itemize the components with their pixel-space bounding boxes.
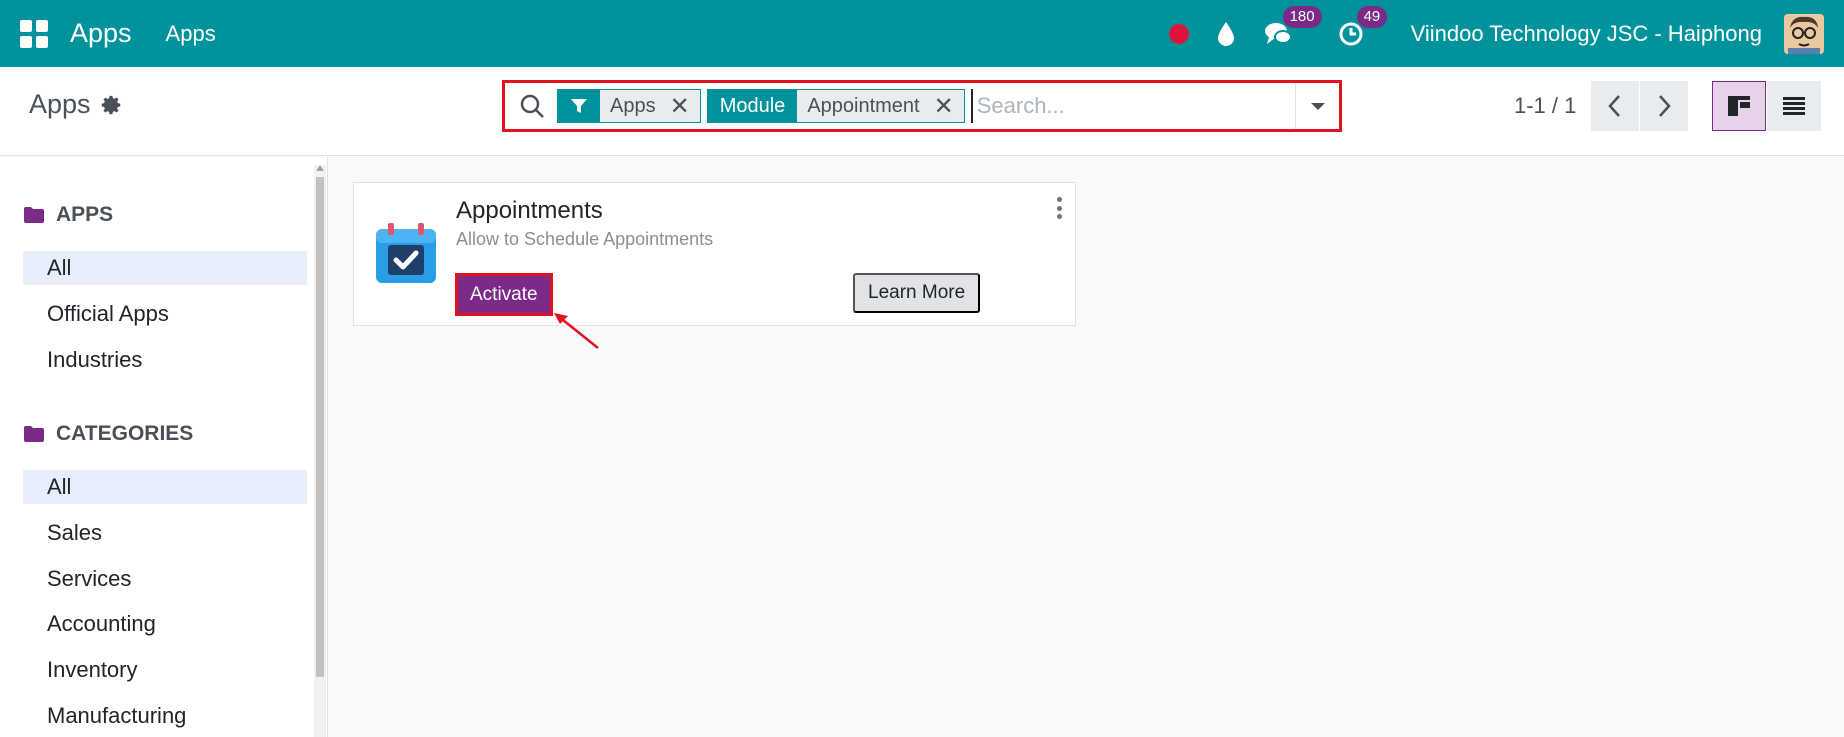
app-description: Allow to Schedule Appointments bbox=[456, 229, 714, 249]
caret-down-icon bbox=[1310, 102, 1325, 110]
user-avatar[interactable] bbox=[1784, 13, 1824, 54]
chevron-left-icon bbox=[1608, 95, 1620, 117]
droplet-icon[interactable] bbox=[1215, 20, 1237, 48]
app-title[interactable]: Apps bbox=[70, 18, 132, 49]
pager-value[interactable]: 1-1 / 1 bbox=[1514, 93, 1576, 119]
kanban-icon bbox=[1728, 96, 1750, 116]
search-panel: Apps ✕ Module Appointment ✕ bbox=[502, 80, 1342, 132]
calendar-check-icon bbox=[376, 223, 436, 283]
chevron-right-icon bbox=[1659, 95, 1671, 117]
filter-facet[interactable]: Apps ✕ bbox=[557, 89, 701, 123]
top-navbar: Apps Apps 180 49 Viindoo Technology JSC … bbox=[0, 0, 1844, 67]
sidebar-item-all-categories[interactable]: All bbox=[23, 470, 307, 504]
app-menu-grid-icon[interactable] bbox=[20, 19, 48, 48]
sidebar-item-accounting[interactable]: Accounting bbox=[23, 607, 307, 641]
sidebar-item-sales[interactable]: Sales bbox=[23, 516, 307, 550]
filter-icon bbox=[558, 90, 600, 122]
control-panel: Apps Apps ✕ Module Appointment ✕ Search.… bbox=[0, 67, 1844, 156]
kanban-view-button[interactable] bbox=[1712, 81, 1766, 131]
record-dot-icon[interactable] bbox=[1168, 23, 1189, 44]
sidebar-heading-categories: CATEGORIES bbox=[23, 422, 193, 446]
chat-count-badge: 180 bbox=[1282, 5, 1322, 28]
folder-icon bbox=[24, 426, 44, 442]
sidebar-item-services[interactable]: Services bbox=[23, 562, 307, 596]
sidebar-item-industries[interactable]: Industries bbox=[23, 343, 307, 377]
remove-facet-icon[interactable]: ✕ bbox=[670, 92, 690, 121]
kebab-menu-icon[interactable] bbox=[1057, 197, 1063, 219]
search-input[interactable] bbox=[970, 89, 1295, 123]
sidebar-item-official-apps[interactable]: Official Apps bbox=[23, 297, 307, 331]
remove-facet-icon[interactable]: ✕ bbox=[934, 92, 954, 121]
messages-button[interactable]: 180 bbox=[1263, 5, 1322, 49]
list-icon bbox=[1783, 97, 1805, 115]
scroll-up-arrow-icon[interactable] bbox=[316, 165, 324, 171]
search-icon[interactable] bbox=[519, 93, 545, 119]
app-card[interactable]: Appointments Allow to Schedule Appointme… bbox=[353, 182, 1076, 326]
activities-button[interactable]: 49 bbox=[1337, 5, 1388, 49]
app-title: Appointments bbox=[456, 197, 603, 224]
facet-value-apps: Apps bbox=[610, 94, 656, 117]
company-switcher[interactable]: Viindoo Technology JSC - Haiphong bbox=[1411, 21, 1762, 47]
pager-previous-button[interactable] bbox=[1591, 81, 1639, 131]
module-facet[interactable]: Module Appointment ✕ bbox=[706, 89, 965, 123]
sidebar-scrollbar[interactable] bbox=[314, 165, 326, 737]
list-view-button[interactable] bbox=[1767, 81, 1821, 131]
menu-item-apps[interactable]: Apps bbox=[166, 21, 216, 47]
page-title: Apps bbox=[29, 89, 91, 119]
annotation-arrow-icon bbox=[554, 313, 599, 349]
activity-count-badge: 49 bbox=[1356, 5, 1388, 28]
breadcrumb: Apps bbox=[29, 89, 123, 120]
sidebar-heading-apps: APPS bbox=[23, 203, 113, 227]
scrollbar-thumb[interactable] bbox=[316, 177, 324, 677]
learn-more-button[interactable]: Learn More bbox=[853, 273, 981, 313]
sidebar: APPS All Official Apps Industries CATEGO… bbox=[0, 157, 328, 737]
pager-next-button[interactable] bbox=[1640, 81, 1688, 131]
facet-value-appointment: Appointment bbox=[807, 94, 920, 117]
sidebar-item-manufacturing[interactable]: Manufacturing bbox=[23, 699, 307, 733]
search-options-toggle[interactable] bbox=[1295, 83, 1339, 129]
sidebar-item-inventory[interactable]: Inventory bbox=[23, 653, 307, 687]
activate-button[interactable]: Activate bbox=[455, 273, 553, 316]
facet-tag-module: Module bbox=[707, 90, 798, 122]
folder-icon bbox=[24, 207, 44, 223]
gear-icon[interactable] bbox=[101, 94, 123, 116]
sidebar-item-all-apps[interactable]: All bbox=[23, 251, 307, 285]
